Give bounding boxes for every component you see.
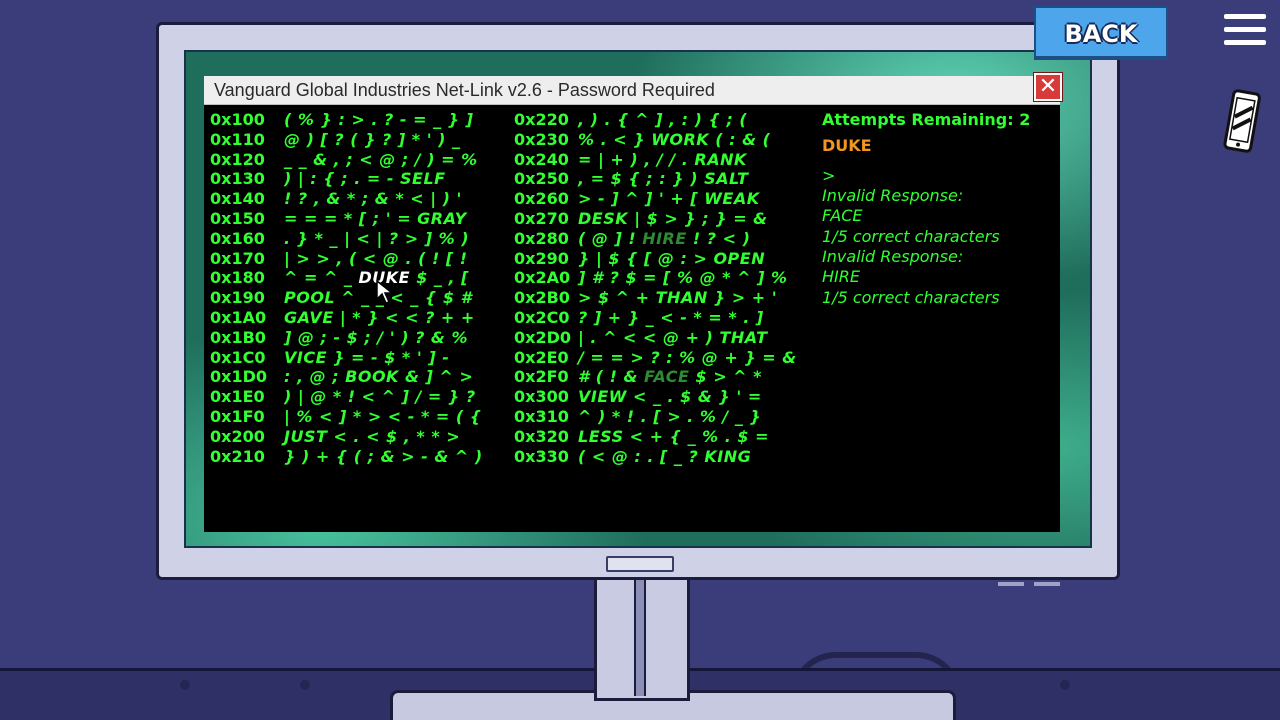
memory-data[interactable]: = = = * [ ; ' = GRAY (284, 209, 467, 229)
memory-address: 0x300 (514, 387, 569, 407)
memory-data[interactable]: ^ ) * ! . [ > . % / _ } (578, 407, 761, 427)
log-line: Invalid Response: (822, 247, 964, 266)
memory-data[interactable]: ( @ ] ! HIRE ! ? < ) (578, 229, 750, 249)
memory-data[interactable]: ( < @ : . [ _ ? KING (578, 447, 751, 467)
monitor-stand-slot (634, 578, 646, 696)
memory-data[interactable]: ] @ ; - $ ; / ' ) ? & % (284, 328, 468, 348)
memory-address: 0x250 (514, 169, 569, 189)
terminal-window: Vanguard Global Industries Net-Link v2.6… (204, 76, 1060, 532)
memory-data[interactable]: , ) . { ^ ] , : ) { ; ( (578, 110, 747, 130)
memory-address: 0x1B0 (210, 327, 266, 347)
memory-data[interactable]: | . ^ < < @ + ) THAT (578, 328, 768, 348)
memory-data[interactable]: ! ? , & * ; & * < | ) ' (284, 189, 462, 209)
memory-address: 0x190 (210, 288, 265, 308)
memory-data[interactable]: ( % } : > . ? - = _ } ] (284, 110, 473, 130)
desk-dot (1060, 680, 1070, 690)
memory-address: 0x290 (514, 248, 569, 268)
memory-data[interactable]: # ( ! & FACE $ > ^ * (578, 367, 762, 387)
memory-data[interactable]: LESS < + { _ % . $ = (578, 427, 769, 447)
memory-data[interactable]: | % < ] * > < - * = ( { (284, 407, 482, 427)
memory-data[interactable]: DESK | $ > } ; } = & (578, 209, 768, 229)
memory-address: 0x2A0 (514, 268, 571, 288)
monitor-logo-plate (606, 556, 674, 572)
desk-dot (300, 680, 310, 690)
log-line: Invalid Response: (822, 186, 964, 205)
close-button[interactable]: ✕ (1034, 73, 1062, 101)
memory-data[interactable]: / = = > ? : % @ + } = & (578, 348, 797, 368)
attempts-remaining: Attempts Remaining: 2 (822, 110, 1031, 129)
monitor-indicator (998, 582, 1024, 586)
memory-address: 0x160 (210, 228, 265, 248)
log-line: FACE (822, 206, 863, 225)
memory-data[interactable]: } ) + { ( ; & > - & ^ ) (284, 447, 483, 467)
memory-address: 0x1D0 (210, 367, 267, 387)
monitor-indicator (1034, 582, 1060, 586)
memory-data[interactable]: GAVE | * } < < ? + + (284, 308, 475, 328)
memory-data[interactable]: > - ] ^ ] ' + [ WEAK (578, 189, 760, 209)
memory-word[interactable]: HIRE (636, 229, 693, 248)
memory-data[interactable]: = | + ) , / / . RANK (578, 150, 747, 170)
memory-data[interactable]: . } * _ | < | ? > ] % ) (284, 229, 469, 249)
current-guess: DUKE (822, 136, 872, 155)
memory-data[interactable]: ) | @ * ! < ^ ] / = } ? (284, 387, 476, 407)
memory-data[interactable]: VICE } = - $ * ' ] - (284, 348, 449, 368)
memory-data[interactable]: JUST < . < $ , * * > (284, 427, 460, 447)
memory-address: 0x310 (514, 407, 569, 426)
window-titlebar: Vanguard Global Industries Net-Link v2.6… (204, 76, 1060, 105)
memory-data[interactable]: ] # ? $ = [ % @ * ^ ] % (578, 268, 788, 288)
memory-data[interactable]: % . < } WORK ( : & ( (578, 130, 770, 150)
memory-data[interactable]: @ ) [ ? ( } ? ] * ' ) _ (284, 130, 461, 150)
memory-word[interactable]: FACE (638, 367, 696, 386)
memory-address: 0x140 (210, 189, 265, 209)
memory-address: 0x170 (210, 248, 265, 268)
log-line: 1/5 correct characters (822, 227, 1000, 246)
memory-address: 0x110 (210, 129, 265, 149)
game-scene: Vanguard Global Industries Net-Link v2.6… (0, 0, 1280, 720)
memory-address: 0x120 (210, 149, 265, 169)
memory-address: 0x150 (210, 209, 265, 228)
memory-address: 0x1F0 (210, 407, 265, 426)
memory-address: 0x2D0 (514, 327, 571, 347)
phone-icon[interactable] (1220, 88, 1264, 156)
memory-address: 0x2E0 (514, 347, 569, 367)
memory-address: 0x200 (210, 426, 265, 446)
memory-address: 0x330 (514, 446, 569, 466)
input-prompt: > (822, 166, 836, 185)
memory-address: 0x2C0 (514, 308, 570, 327)
memory-data[interactable]: ) | : { ; . = - SELF (284, 169, 446, 189)
memory-data[interactable]: _ _ & , ; < @ ; / ) = % (284, 150, 478, 170)
memory-address: 0x230 (514, 129, 569, 149)
hamburger-menu-icon[interactable] (1224, 14, 1268, 48)
close-icon: ✕ (1038, 74, 1058, 99)
memory-address: 0x1A0 (210, 308, 267, 327)
memory-address: 0x280 (514, 228, 569, 248)
log-line: 1/5 correct characters (822, 288, 1000, 307)
memory-address: 0x320 (514, 426, 569, 446)
mouse-cursor-icon (376, 280, 395, 304)
memory-address: 0x210 (210, 446, 265, 466)
memory-data[interactable]: VIEW < _ . $ & } ' = (578, 387, 762, 407)
memory-address: 0x1C0 (210, 347, 266, 367)
memory-data[interactable]: | > > , ( < @ . ( ! [ ! (284, 249, 468, 269)
window-title: Vanguard Global Industries Net-Link v2.6… (214, 80, 715, 100)
back-button-label: BACK (1064, 20, 1138, 48)
memory-address: 0x220 (514, 110, 569, 129)
memory-address: 0x270 (514, 209, 569, 228)
back-button[interactable]: BACK (1034, 6, 1168, 60)
desk-dot (180, 680, 190, 690)
memory-data[interactable]: } | $ { [ @ : > OPEN (578, 249, 765, 269)
memory-address: 0x240 (514, 149, 569, 169)
memory-address: 0x180 (210, 268, 265, 288)
memory-address: 0x260 (514, 189, 569, 209)
memory-data[interactable]: : , @ ; BOOK & ] ^ > (284, 367, 473, 387)
memory-data[interactable]: , = $ { ; : } ) SALT (578, 169, 748, 189)
memory-data[interactable]: > $ ^ + THAN } > + ' (578, 288, 777, 308)
memory-address: 0x2B0 (514, 288, 570, 308)
memory-address: 0x130 (210, 169, 265, 189)
log-line: HIRE (822, 267, 860, 286)
memory-data[interactable]: ? ] + } _ < - * = * . ] (578, 308, 764, 328)
memory-address: 0x2F0 (514, 367, 569, 387)
memory-address: 0x100 (210, 110, 265, 129)
memory-address: 0x1E0 (210, 387, 265, 407)
